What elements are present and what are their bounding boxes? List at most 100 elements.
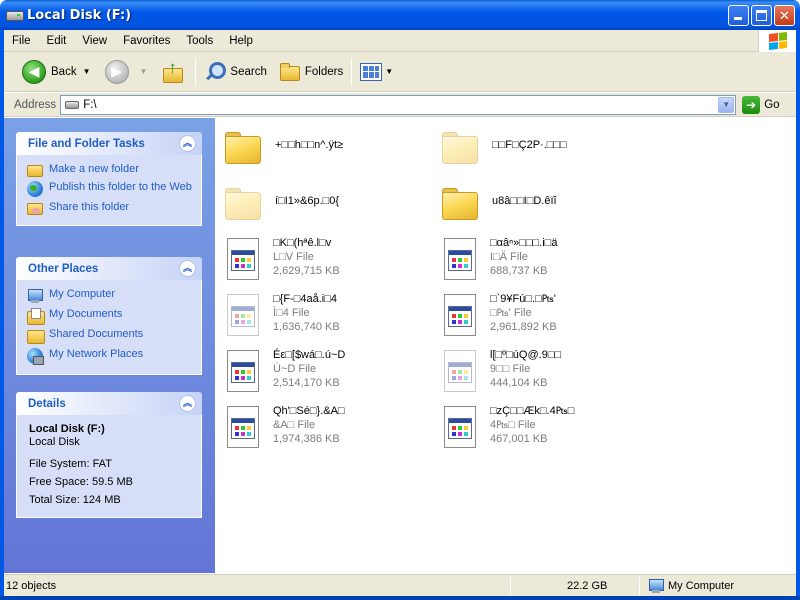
file-type: L□V File [273,251,314,263]
go-button[interactable]: ➔ Go [742,95,780,114]
address-value: F:\ [83,98,97,111]
file-view[interactable]: +□□h□□n^.ÿt≥ □□F□Ç2P·.□□□ í□I1»&6p.□0{ u… [215,118,796,573]
forward-button[interactable]: ▶ ▼ [101,55,152,89]
folders-label: Folders [304,65,344,78]
place-shared-documents[interactable]: Shared Documents [27,328,193,344]
address-dropdown-icon[interactable]: ▼ [718,96,735,113]
address-field[interactable]: F:\ ▼ [60,94,737,115]
file-type: Ì□4 File [273,307,310,319]
file-name: □{F-□4aå.i□4 [273,293,337,305]
place-my-documents[interactable]: My Documents [27,308,193,325]
file-icon [223,348,261,394]
status-size: 22.2 GB [567,579,608,592]
details-header[interactable]: Details ︽ [16,392,202,415]
file-item[interactable]: □zÇ□□Æk□.4₧□ 4₧□ File 467,001 KB [440,404,574,450]
folder-icon [223,126,263,166]
folders-button[interactable]: Folders [275,55,347,89]
maximize-icon [756,10,767,21]
file-icon [223,404,261,450]
back-dropdown-icon[interactable]: ▼ [83,67,91,76]
my-computer-icon [27,288,43,304]
menu-favorites[interactable]: Favorites [115,35,178,47]
menu-help[interactable]: Help [221,35,261,47]
minimize-icon [734,17,742,20]
file-item[interactable]: □`9¥Fú□.□₧' □₧' File 2,961,892 KB [440,292,557,338]
folder-name: u8â□□I□D.êïî [492,195,557,207]
collapse-chevron-icon[interactable]: ︽ [179,135,196,152]
folder-icon [223,182,263,222]
folder-item[interactable]: í□I1»&6p.□0{ [223,182,339,222]
place-my-network-places[interactable]: My Network Places [27,348,193,365]
other-places-header[interactable]: Other Places ︽ [16,257,202,280]
file-name: □K□(hªê.l□v [273,237,332,249]
file-type: &A□ File [273,419,316,431]
folder-icon [440,126,480,166]
status-location-label: My Computer [668,579,735,592]
file-folder-tasks-panel: File and Folder Tasks ︽ Make a new folde… [16,132,202,226]
folder-item[interactable]: +□□h□□n^.ÿt≥ [223,126,343,166]
file-item[interactable]: □{F-□4aå.i□4 Ì□4 File 1,636,740 KB [223,292,340,338]
new-folder-icon [27,165,43,177]
file-size: 1,974,386 KB [273,433,340,445]
back-arrow-icon: ◀ [22,59,46,84]
task-publish-to-web[interactable]: Publish this folder to the Web [27,181,193,197]
collapse-chevron-icon[interactable]: ︽ [179,260,196,277]
forward-dropdown-icon[interactable]: ▼ [140,67,148,76]
folder-name: +□□h□□n^.ÿt≥ [275,139,344,151]
file-size: 2,629,715 KB [273,265,340,277]
folder-name: í□I1»&6p.□0{ [275,195,340,207]
details-free-space: Free Space: 59.5 MB [29,476,133,488]
file-icon [223,236,261,282]
file-name: Qh'□Sé□}.&A□ [273,405,345,417]
folder-item[interactable]: u8â□□I□D.êïî [440,182,557,222]
file-item[interactable]: Qh'□Sé□}.&A□ &A□ File 1,974,386 KB [223,404,345,450]
file-item[interactable]: □αâⁿ»□□□.i□ä I□Ä File 688,737 KB [440,236,557,282]
file-type: □₧' File [490,307,532,319]
menu-tools[interactable]: Tools [178,35,221,47]
network-places-icon [27,348,44,365]
menu-view[interactable]: View [74,35,115,47]
file-size: 2,961,892 KB [490,321,557,333]
file-icon [440,348,478,394]
close-button[interactable]: ✕ [774,5,795,26]
details-type: Local Disk [29,436,80,448]
shared-documents-icon [27,328,45,344]
task-share-folder[interactable]: Share this folder [27,201,193,215]
title-bar[interactable]: Local Disk (F:) ✕ [0,0,800,30]
minimize-button[interactable] [728,5,749,26]
collapse-chevron-icon[interactable]: ︽ [179,395,196,412]
my-computer-icon [648,578,664,594]
maximize-button[interactable] [751,5,772,26]
search-label: Search [230,65,267,78]
menu-edit[interactable]: Edit [39,35,75,47]
file-icon [223,292,261,338]
folder-icon [440,182,480,222]
place-my-computer[interactable]: My Computer [27,288,193,304]
toolbar-separator [195,57,197,86]
publish-web-icon [27,181,43,197]
file-item[interactable]: Éε□[$wá□.ú~D Ú~D File 2,514,170 KB [223,348,345,394]
details-filesystem: File System: FAT [29,458,112,470]
place-label: My Network Places [49,348,144,360]
up-button[interactable] [157,55,191,89]
views-button[interactable]: ▼ [356,55,397,89]
menu-bar: File Edit View Favorites Tools Help [4,30,796,52]
back-button[interactable]: ◀ Back ▼ [18,55,95,89]
search-icon [204,61,227,83]
folder-item[interactable]: □□F□Ç2P·.□□□ [440,126,567,166]
menu-file[interactable]: File [4,35,39,47]
window-controls: ✕ [728,5,795,26]
file-item[interactable]: l[□º□úQ@.9□□ 9□□ File 444,104 KB [440,348,561,394]
task-label: Publish this folder to the Web [49,181,192,193]
task-make-new-folder[interactable]: Make a new folder [27,163,193,177]
place-label: My Computer [49,288,116,300]
file-folder-tasks-header[interactable]: File and Folder Tasks ︽ [16,132,202,155]
status-object-count: 12 objects [6,579,57,592]
search-button[interactable]: Search [200,55,270,89]
file-item[interactable]: □K□(hªê.l□v L□V File 2,629,715 KB [223,236,340,282]
my-documents-icon [27,308,45,325]
window-frame-bottom [0,596,800,600]
views-dropdown-icon[interactable]: ▼ [385,67,393,76]
address-label: Address [14,98,57,111]
status-bar: 12 objects 22.2 GB My Computer [4,574,796,596]
